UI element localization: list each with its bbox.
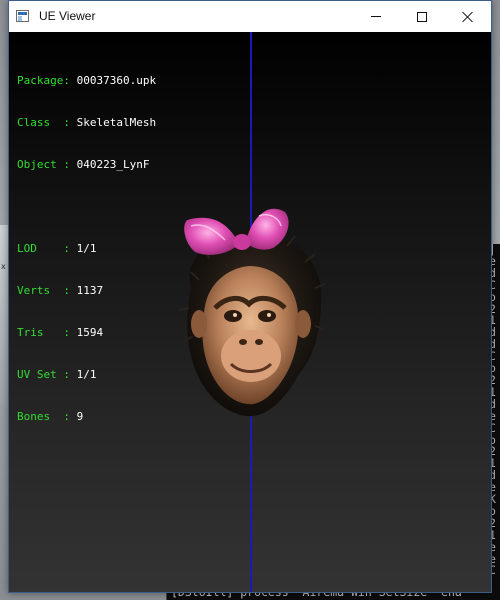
minimize-icon (371, 16, 381, 17)
close-icon (462, 11, 474, 23)
window-title: UE Viewer (39, 9, 96, 23)
monkey-head-mesh-icon[interactable] (169, 196, 329, 426)
title-bar[interactable]: UE Viewer (9, 1, 491, 32)
app-window-icon (16, 10, 29, 22)
ue-viewer-window[interactable]: UE Viewer Package: 00037360.upk Class : … (8, 0, 492, 593)
minimize-button[interactable] (353, 1, 399, 32)
info-row-package: Package: 00037360.upk (17, 74, 157, 87)
3d-viewport[interactable]: Package: 00037360.upk Class : SkeletalMe… (9, 32, 491, 592)
close-button[interactable] (445, 1, 491, 32)
maximize-icon (417, 11, 427, 22)
info-row-object: Object : 040223_LynF (17, 158, 150, 171)
desktop-cursor-mark: x (1, 262, 6, 271)
maximize-button[interactable] (399, 1, 445, 32)
info-row-class: Class : SkeletalMesh (17, 116, 157, 129)
